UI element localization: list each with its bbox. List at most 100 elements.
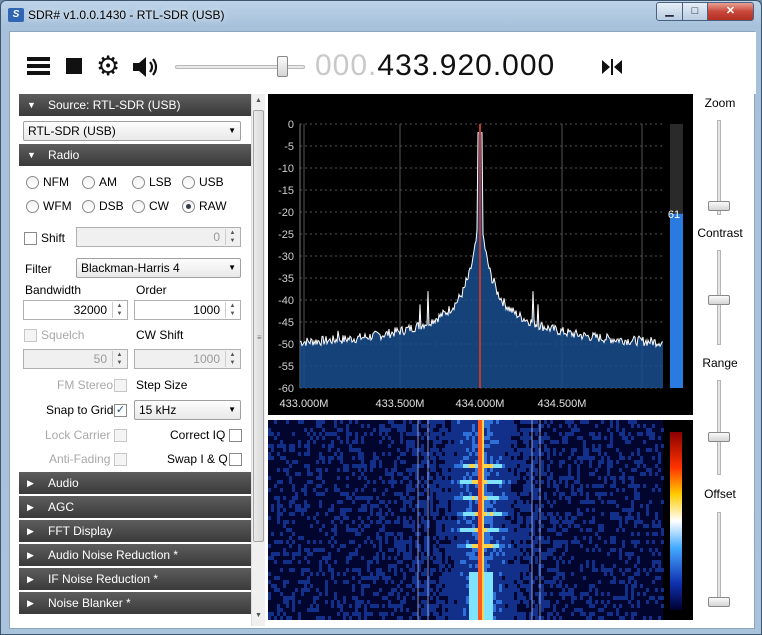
waterfall-display[interactable] (268, 420, 693, 620)
waterfall-cell (610, 484, 613, 488)
step-size-value: 15 kHz (139, 403, 177, 417)
waterfall-cell (502, 448, 505, 452)
waterfall-cell (463, 500, 466, 504)
speaker-icon[interactable] (131, 55, 161, 79)
mode-radio-am[interactable] (82, 176, 95, 189)
scrollbar-thumb[interactable]: ≡ (253, 110, 264, 542)
contrast-slider-thumb[interactable] (708, 295, 730, 305)
waterfall-cell (526, 536, 529, 540)
waterfall-cell (493, 560, 496, 564)
zoom-slider-thumb[interactable] (708, 201, 730, 211)
waterfall-cell (274, 616, 277, 620)
waterfall-cell (463, 520, 466, 524)
cw-shift-value: 1000 (193, 352, 220, 366)
waterfall-cell (556, 600, 559, 604)
waterfall-cell (598, 484, 601, 488)
waterfall-cell (496, 492, 499, 496)
waterfall-cell (304, 444, 307, 448)
swap-iq-checkbox[interactable] (229, 453, 242, 466)
waterfall-cell (580, 460, 583, 464)
offset-slider-thumb[interactable] (708, 597, 730, 607)
waterfall-cell (610, 440, 613, 444)
anti-fading-checkbox[interactable] (114, 453, 127, 466)
range-slider-thumb[interactable] (708, 432, 730, 442)
waterfall-cell (469, 560, 472, 564)
waterfall-cell (616, 420, 619, 424)
waterfall-cell (553, 580, 556, 584)
squelch-checkbox[interactable] (24, 329, 37, 342)
spinner-arrows-icon[interactable]: ▲ ▼ (112, 351, 126, 367)
waterfall-cell (571, 516, 574, 520)
spinner-arrows-icon[interactable]: ▲ ▼ (225, 229, 239, 245)
section-header-agc[interactable]: ▶ AGC (19, 496, 252, 518)
waterfall-cell (295, 508, 298, 512)
section-header-audio-noise-reduction[interactable]: ▶ Audio Noise Reduction * (19, 544, 252, 566)
swap-icon[interactable] (601, 58, 623, 76)
waterfall-cell (619, 568, 622, 572)
waterfall-cell (496, 520, 499, 524)
spinner-arrows-icon[interactable]: ▲ ▼ (112, 302, 126, 318)
snap-to-grid-checkbox[interactable]: ✓ (114, 404, 127, 417)
waterfall-cell (565, 604, 568, 608)
title-bar[interactable]: S SDR# v1.0.0.1430 - RTL-SDR (USB) ▁ □ ✕ (1, 1, 761, 29)
mode-radio-lsb[interactable] (132, 176, 145, 189)
waterfall-cell (601, 456, 604, 460)
waterfall-cell (367, 480, 370, 484)
spinner-arrows-icon[interactable]: ▲ ▼ (225, 302, 239, 318)
waterfall-cell (382, 596, 385, 600)
hamburger-icon[interactable] (27, 57, 50, 76)
waterfall-cell (319, 476, 322, 480)
frequency-display[interactable]: 000.433.920.000 (315, 49, 555, 83)
waterfall-cell (547, 448, 550, 452)
source-device-select[interactable]: RTL-SDR (USB) ▼ (23, 121, 241, 141)
scroll-down-icon[interactable]: ▼ (255, 612, 262, 619)
frequency-digits[interactable]: 433.920.000 (377, 49, 555, 82)
frequency-leading-digits[interactable]: 000. (315, 49, 377, 82)
mode-radio-dsb[interactable] (82, 200, 95, 213)
mode-radio-usb[interactable] (182, 176, 195, 189)
source-section-header[interactable]: ▼ Source: RTL-SDR (USB) (19, 94, 252, 116)
stop-icon[interactable] (66, 58, 82, 74)
scroll-up-icon[interactable]: ▲ (255, 97, 262, 104)
waterfall-cell (472, 564, 475, 568)
maximize-button[interactable]: □ (682, 2, 708, 21)
waterfall-cell (373, 580, 376, 584)
radio-section-header[interactable]: ▼ Radio (19, 144, 252, 166)
correct-iq-checkbox[interactable] (229, 429, 242, 442)
waterfall-cell (526, 464, 529, 468)
range-slider-track[interactable] (717, 380, 721, 475)
mode-radio-wfm[interactable] (26, 200, 39, 213)
waterfall-cell (424, 536, 427, 540)
section-header-noise-blanker[interactable]: ▶ Noise Blanker * (19, 592, 252, 614)
waterfall-cell (505, 432, 508, 436)
fm-stereo-checkbox[interactable] (114, 379, 127, 392)
section-header-fft-display[interactable]: ▶ FFT Display (19, 520, 252, 542)
volume-slider-thumb[interactable] (277, 56, 288, 77)
spectrum-analyzer[interactable]: 0-5-10-15-20-25-30-35-40-45-50-55-60433.… (268, 94, 693, 415)
mode-radio-cw[interactable] (132, 200, 145, 213)
minimize-button[interactable]: ▁ (656, 2, 683, 21)
mode-radio-nfm[interactable] (26, 176, 39, 189)
bandwidth-input[interactable]: 32000 ▲ ▼ (23, 300, 128, 320)
step-size-select[interactable]: 15 kHz ▼ (134, 400, 241, 420)
shift-input[interactable]: 0 ▲ ▼ (76, 227, 241, 247)
waterfall-cell (379, 612, 382, 616)
waterfall-cell (268, 452, 271, 456)
sidebar-scrollbar[interactable]: ▲ ≡ ▼ (251, 94, 265, 626)
spinner-arrows-icon[interactable]: ▲ ▼ (225, 351, 239, 367)
filter-select[interactable]: Blackman-Harris 4 ▼ (76, 258, 241, 278)
cw-shift-input[interactable]: 1000 ▲ ▼ (134, 349, 241, 369)
waterfall-cell (355, 612, 358, 616)
waterfall-cell (373, 460, 376, 464)
lock-carrier-checkbox[interactable] (114, 429, 127, 442)
section-header-if-noise-reduction[interactable]: ▶ IF Noise Reduction * (19, 568, 252, 590)
squelch-input[interactable]: 50 ▲ ▼ (23, 349, 128, 369)
waterfall-cell (628, 440, 631, 444)
order-input[interactable]: 1000 ▲ ▼ (134, 300, 241, 320)
shift-checkbox[interactable] (24, 232, 37, 245)
section-header-audio[interactable]: ▶ Audio (19, 472, 252, 494)
gear-icon[interactable]: ⚙ (96, 52, 124, 80)
close-button[interactable]: ✕ (707, 2, 754, 21)
offset-slider-track[interactable] (717, 512, 721, 607)
mode-radio-raw[interactable] (182, 200, 195, 213)
